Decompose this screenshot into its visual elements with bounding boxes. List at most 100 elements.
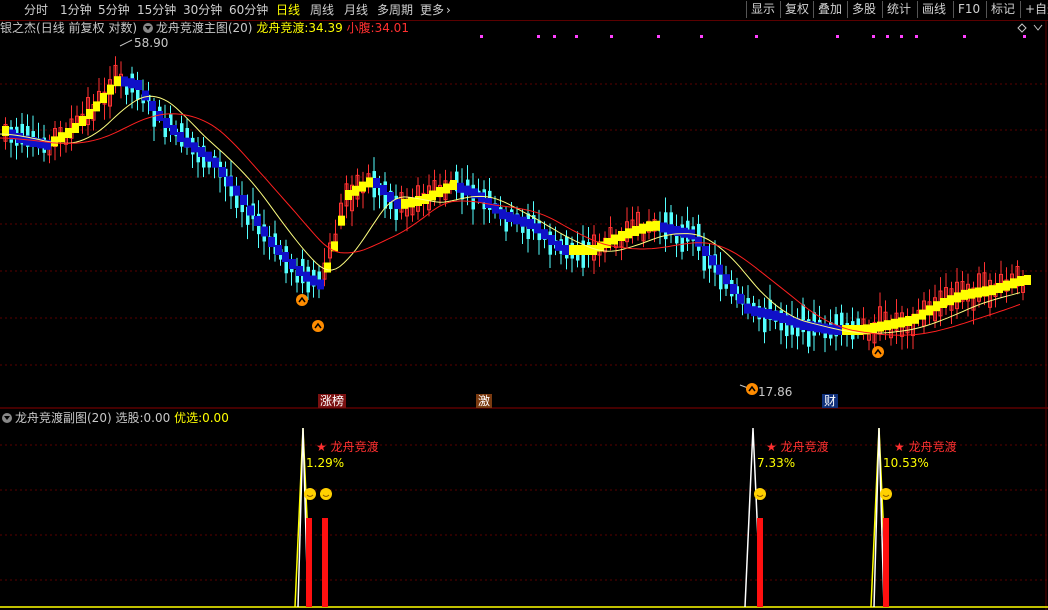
smiley-icon [880, 488, 892, 500]
boat-block [898, 317, 905, 328]
boat-block [72, 123, 79, 133]
marker-dot [1023, 35, 1026, 38]
boat-block [499, 209, 506, 220]
buy-signal-icon [872, 346, 884, 358]
boat-block [170, 125, 177, 135]
boat-block [310, 275, 317, 286]
boat-block [933, 301, 940, 312]
boat-block [618, 231, 625, 241]
xuangu-label: 选股: [115, 411, 144, 425]
boat-block [401, 198, 408, 209]
boat-block [765, 309, 772, 319]
boat-block [520, 216, 527, 227]
boat-block [667, 224, 674, 235]
tag-ji: 激 [476, 394, 493, 408]
boat-block [576, 245, 583, 255]
boat-block [751, 306, 758, 317]
boat-block [303, 271, 310, 282]
signal-pct-1: 1.29% [306, 456, 345, 470]
boat-block [632, 226, 639, 236]
sub-chart-header: 龙舟竞渡副图(20) 选股:0.00 优选:0.00 [0, 410, 229, 426]
marker-dot [963, 35, 966, 38]
boat-block [975, 287, 982, 298]
boat-block [681, 227, 688, 238]
boat-block [345, 190, 352, 200]
boat-block [527, 219, 534, 229]
boat-block [723, 274, 730, 285]
signal-bar [757, 518, 763, 607]
boat-block [198, 147, 205, 157]
boat-block [772, 310, 779, 321]
boat-block [100, 93, 107, 103]
boat-block [415, 196, 422, 206]
boat-block [478, 192, 485, 203]
boat-block [891, 318, 898, 329]
boat-block [716, 264, 723, 275]
boat-block [163, 118, 170, 128]
tag-cai: 财 [822, 394, 839, 408]
boat-block [968, 288, 975, 299]
boat-block [373, 178, 380, 188]
boat-block [338, 215, 345, 226]
boat-block [443, 183, 450, 194]
boat-block [275, 245, 282, 255]
boat-block [646, 221, 653, 232]
boat-block [184, 137, 191, 148]
boat-block [548, 235, 555, 245]
boat-block [464, 185, 471, 196]
boat-block [485, 198, 492, 208]
marker-dot [755, 35, 758, 38]
boat-block [247, 205, 254, 216]
signal-bar [883, 518, 889, 607]
boat-block [828, 324, 835, 335]
boat-block [149, 101, 156, 111]
boat-block [219, 167, 226, 177]
boat-block [709, 255, 716, 266]
signal-label-3: ★ 龙舟竞渡 [894, 440, 957, 454]
boat-block [352, 185, 359, 196]
low-price-label: 17.86 [758, 385, 793, 399]
smiley-icon [304, 488, 316, 500]
buy-signal-icon [296, 294, 308, 306]
boat-block [142, 90, 149, 101]
boat-block [429, 190, 436, 201]
boat-block [1010, 278, 1017, 289]
sub-indicator-name[interactable]: 龙舟竞渡副图(20) [15, 411, 112, 425]
boat-block [289, 259, 296, 269]
marker-dot [900, 35, 903, 38]
buy-signal-icon [746, 383, 758, 395]
circle-down-icon[interactable] [2, 412, 12, 423]
boat-block [268, 237, 275, 247]
boat-block [121, 76, 128, 87]
boat-block [926, 305, 933, 316]
kline-chart[interactable] [0, 0, 1048, 610]
boat-block [366, 177, 373, 188]
high-price-label: 58.90 [134, 36, 169, 50]
marker-dot [480, 35, 483, 38]
boat-block [996, 283, 1003, 293]
boat-block [191, 142, 198, 153]
boat-block [359, 181, 366, 192]
boat-block [457, 182, 464, 193]
marker-dot [836, 35, 839, 38]
boat-block [758, 307, 765, 318]
boat-block [233, 185, 240, 196]
boat-block [436, 187, 443, 197]
boat-block [877, 321, 884, 332]
signal-pct-3: 10.53% [883, 456, 929, 470]
boat-block [51, 136, 58, 147]
boat-block [919, 309, 926, 320]
boat-block [128, 78, 135, 89]
boat-block [856, 325, 863, 335]
boat-block [940, 298, 947, 308]
boat-block [611, 234, 618, 245]
signal-bar [306, 518, 312, 607]
marker-dot [537, 35, 540, 38]
youxuan-value: 0.00 [202, 411, 229, 425]
youxuan-label: 优选: [174, 411, 203, 425]
boat-block [79, 116, 86, 126]
boat-block [1024, 275, 1031, 285]
chevron-down-icon [1033, 24, 1043, 31]
boat-block [989, 285, 996, 296]
boat-block [261, 226, 268, 237]
